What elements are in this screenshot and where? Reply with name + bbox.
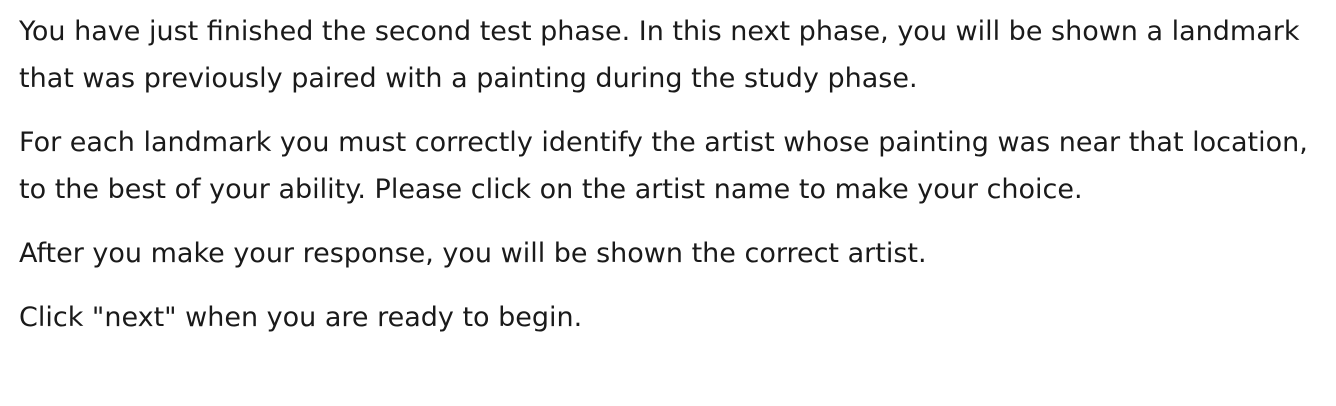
instructions-panel: You have just finished the second test p… (0, 0, 1336, 406)
instruction-paragraph-feedback: After you make your response, you will b… (19, 238, 927, 269)
instruction-paragraph-begin: Click "next" when you are ready to begin… (19, 302, 583, 333)
instruction-paragraph-task: For each landmark you must correctly ide… (19, 127, 1308, 205)
instruction-paragraph-intro: You have just finished the second test p… (19, 16, 1300, 94)
